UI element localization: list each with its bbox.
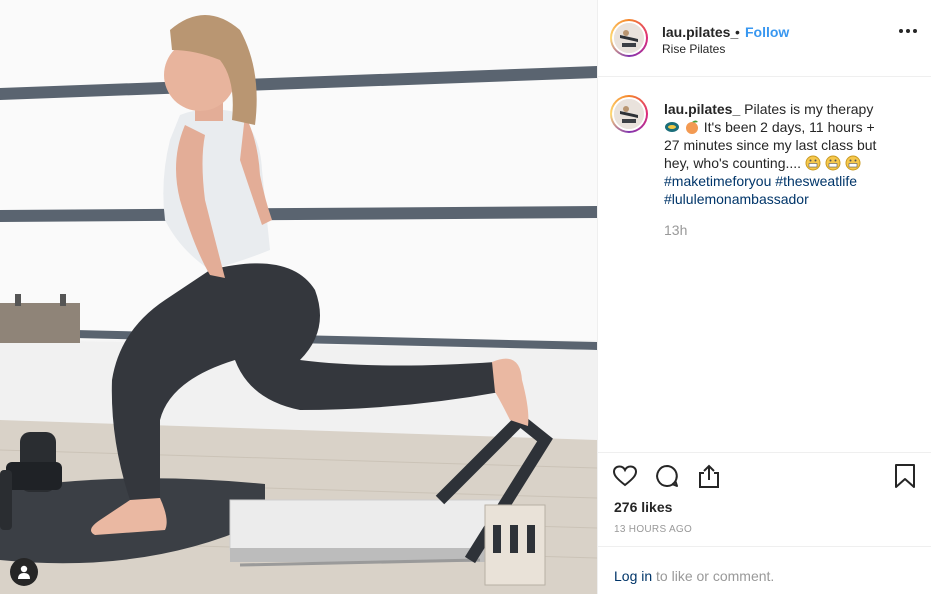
- comment-footer: Log in to like or comment.: [598, 546, 931, 595]
- comment-icon[interactable]: [654, 463, 680, 489]
- post-header: lau.pilates_ • Follow Rise Pilates: [598, 0, 931, 77]
- avatar-image: [614, 99, 644, 129]
- heart-icon[interactable]: [612, 463, 638, 489]
- more-options-icon[interactable]: [899, 29, 917, 33]
- peach-emoji-icon: [685, 120, 698, 134]
- actions-section: 276 likes 13 HOURS AGO: [598, 452, 931, 547]
- login-prompt-text: to like or comment.: [652, 568, 775, 584]
- post-details-panel: lau.pilates_ • Follow Rise Pilates lau.p…: [597, 0, 931, 594]
- caption-avatar[interactable]: [610, 95, 648, 133]
- avatar-image: [614, 23, 644, 53]
- bookmark-icon[interactable]: [892, 463, 918, 489]
- likes-count[interactable]: 276 likes: [614, 499, 672, 515]
- posted-time: 13 HOURS AGO: [614, 524, 693, 535]
- grimacing-emoji-icon: [805, 155, 821, 171]
- separator-dot: •: [735, 24, 740, 40]
- pilates-photo-illustration: [0, 0, 597, 594]
- caption-username[interactable]: lau.pilates_: [664, 101, 740, 117]
- tagged-users-button[interactable]: [10, 558, 38, 586]
- user-silhouette-icon: [18, 565, 30, 579]
- username-link[interactable]: lau.pilates_: [662, 24, 738, 40]
- hashtag-link[interactable]: #maketimeforyou: [664, 173, 771, 189]
- location-link[interactable]: Rise Pilates: [662, 42, 725, 56]
- share-icon[interactable]: [696, 463, 722, 489]
- avatar[interactable]: [610, 19, 648, 57]
- grimacing-emoji-icon: [845, 155, 861, 171]
- follow-button[interactable]: Follow: [745, 24, 789, 40]
- comment-timestamp[interactable]: 13h: [664, 222, 687, 238]
- tornado-emoji-icon: [665, 122, 679, 132]
- grimacing-emoji-icon: [825, 155, 841, 171]
- post-photo[interactable]: [0, 0, 597, 594]
- hashtag-link[interactable]: #thesweatlife: [775, 173, 857, 189]
- caption-prefix: Pilates is my therapy: [744, 101, 874, 117]
- login-link[interactable]: Log in: [614, 568, 652, 584]
- hashtag-link[interactable]: #lululemonambassador: [664, 191, 809, 207]
- login-prompt: Log in to like or comment.: [614, 568, 774, 584]
- action-bar: [612, 463, 722, 489]
- caption-text: lau.pilates_ Pilates is my therapy It's …: [664, 100, 892, 208]
